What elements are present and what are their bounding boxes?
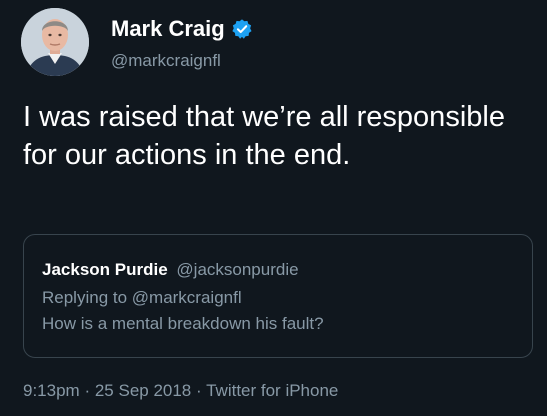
tweet-text: I was raised that we’re all responsible … <box>23 101 505 171</box>
avatar[interactable] <box>21 8 89 76</box>
quoted-reply-context: Replying to @markcraignfl <box>42 288 242 307</box>
tweet-time[interactable]: 9:13pm <box>23 381 80 400</box>
tweet-card: Mark Craig @markcraignfl I was raised th… <box>0 0 547 416</box>
quoted-tweet-header: Jackson Purdie @jacksonpurdie <box>42 260 299 280</box>
meta-separator: · <box>84 381 91 400</box>
quoted-tweet[interactable]: Jackson Purdie @jacksonpurdie Replying t… <box>23 234 533 358</box>
display-name[interactable]: Mark Craig <box>111 16 225 42</box>
tweet-meta: 9:13pm · 25 Sep 2018 · Twitter for iPhon… <box>23 381 338 401</box>
verified-badge-icon <box>232 19 252 39</box>
name-row: Mark Craig <box>111 16 253 42</box>
tweet-date[interactable]: 25 Sep 2018 <box>95 381 191 400</box>
tweet-source[interactable]: Twitter for iPhone <box>206 381 338 400</box>
meta-separator: · <box>196 381 202 400</box>
person-avatar-icon <box>21 8 89 76</box>
quoted-tweet-text: How is a mental breakdown his fault? <box>42 314 324 333</box>
quoted-display-name: Jackson Purdie <box>42 260 168 279</box>
author-handle[interactable]: @markcraignfl <box>111 51 221 71</box>
quoted-handle: @jacksonpurdie <box>176 260 299 279</box>
